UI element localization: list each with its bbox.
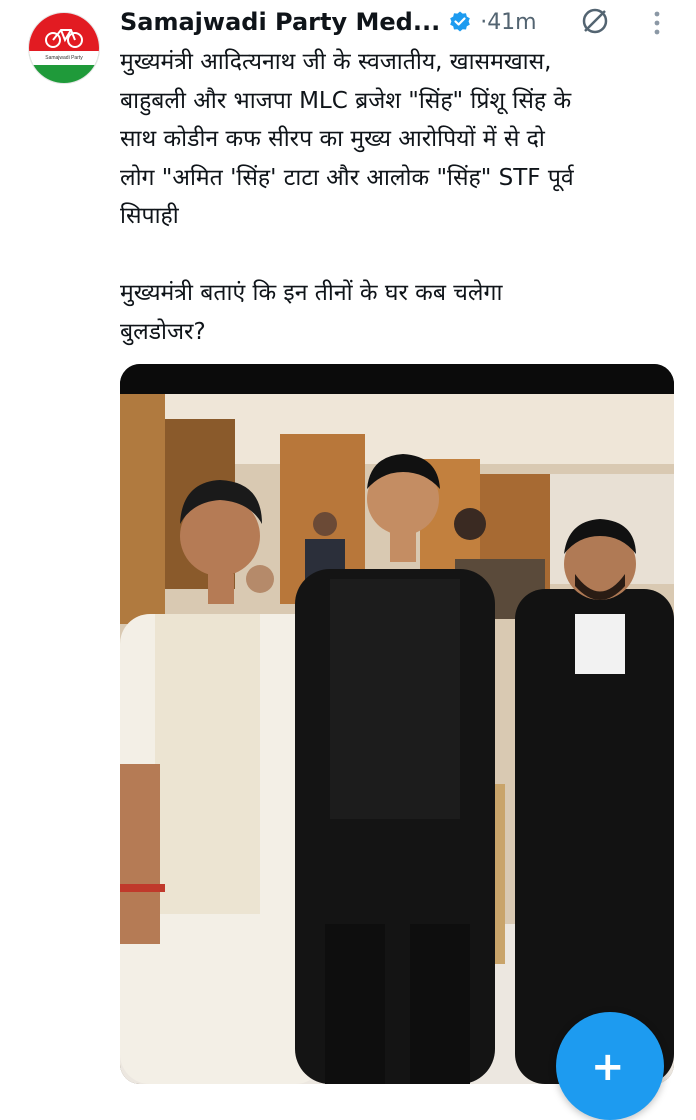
timestamp[interactable]: ·41m xyxy=(480,10,536,35)
author-name[interactable]: Samajwadi Party Med... xyxy=(120,8,440,36)
compose-button[interactable]: + xyxy=(556,1012,664,1120)
photo-illustration xyxy=(120,364,674,1084)
tweet-header: Samajwadi Party Med... ·41m xyxy=(120,4,537,40)
more-vertical-icon[interactable] xyxy=(652,10,662,36)
author-avatar[interactable]: Samajwadi Party xyxy=(28,12,100,84)
verified-badge-icon xyxy=(450,11,470,32)
plus-icon: + xyxy=(591,1044,625,1090)
bicycle-icon xyxy=(45,29,83,48)
avatar-caption: Samajwadi Party xyxy=(29,50,99,65)
tweet-text: मुख्यमंत्री आदित्यनाथ जी के स्वजातीय, खा… xyxy=(120,49,574,345)
tweet-photo[interactable] xyxy=(120,364,674,1084)
edit-slash-icon[interactable] xyxy=(580,6,610,36)
